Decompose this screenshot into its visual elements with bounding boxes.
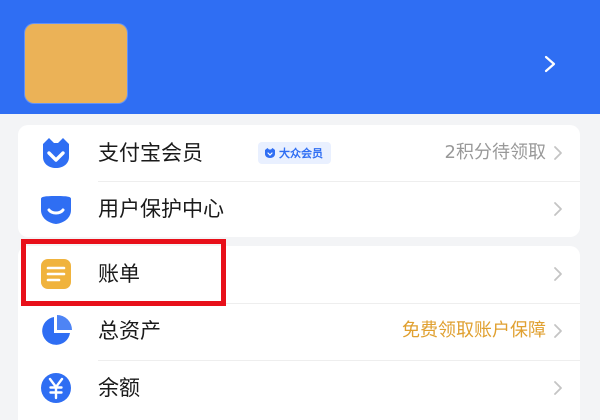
shield-icon bbox=[41, 196, 71, 224]
assets-promo-text: 免费领取账户保障 bbox=[402, 320, 546, 341]
account-card: 支付宝会员 大众会员 2积分待领取 用户保护中心 bbox=[18, 125, 580, 237]
member-label: 支付宝会员 bbox=[98, 141, 203, 165]
avatar[interactable] bbox=[25, 24, 127, 103]
chevron-right-icon bbox=[544, 55, 556, 73]
chevron-right-icon bbox=[554, 267, 562, 281]
chevron-right-icon bbox=[554, 381, 562, 395]
list-item-total-assets[interactable]: 总资产 免费领取账户保障 bbox=[18, 303, 580, 359]
bill-highlight-annotation bbox=[21, 239, 226, 306]
chevron-right-icon bbox=[554, 324, 562, 338]
yuan-icon bbox=[41, 373, 71, 403]
member-face-icon bbox=[43, 138, 69, 168]
badge-face-icon bbox=[265, 148, 275, 158]
profile-header[interactable] bbox=[0, 0, 600, 114]
user-protection-label: 用户保护中心 bbox=[98, 197, 224, 221]
member-level-badge: 大众会员 bbox=[258, 142, 331, 164]
list-item-member[interactable]: 支付宝会员 大众会员 2积分待领取 bbox=[18, 125, 580, 181]
balance-label: 余额 bbox=[98, 376, 140, 400]
member-points-text: 2积分待领取 bbox=[444, 142, 546, 163]
chevron-right-icon bbox=[554, 146, 562, 160]
total-assets-label: 总资产 bbox=[98, 319, 161, 343]
pie-chart-icon bbox=[42, 315, 72, 345]
list-item-balance[interactable]: 余额 bbox=[18, 360, 580, 416]
list-item-user-protection[interactable]: 用户保护中心 bbox=[18, 181, 580, 237]
member-badge-text: 大众会员 bbox=[279, 147, 323, 160]
chevron-right-icon bbox=[554, 202, 562, 216]
